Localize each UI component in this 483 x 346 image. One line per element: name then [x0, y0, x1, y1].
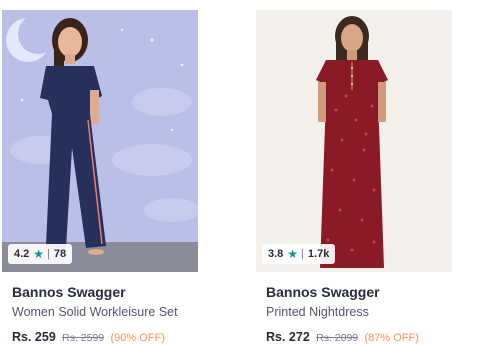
product-brand[interactable]: Bannos Swagger	[12, 284, 198, 301]
discount-percent: (90% OFF)	[110, 332, 165, 344]
rating-value: 4.2	[14, 248, 30, 260]
product-photo-printed-nightdress	[256, 10, 452, 272]
rating-value: 3.8	[268, 248, 284, 260]
rating-count: 78	[53, 248, 67, 260]
star-icon: ★	[287, 247, 299, 261]
rating-count: 1.7k	[307, 248, 330, 260]
product-photo-workleisure-set	[2, 10, 198, 272]
product-card[interactable]: 3.8 ★ | 1.7k Bannos Swagger Printed Nigh…	[256, 10, 452, 346]
product-name[interactable]: Women Solid Workleisure Set	[12, 305, 198, 320]
discount-percent: (87% OFF)	[364, 332, 419, 344]
rating-badge: 4.2 ★ | 78	[8, 244, 73, 264]
rating-separator: |	[301, 248, 304, 260]
product-image[interactable]: 4.2 ★ | 78	[2, 10, 198, 272]
original-price: Rs. 2599	[62, 332, 105, 344]
product-image[interactable]: 3.8 ★ | 1.7k	[256, 10, 452, 272]
rating-separator: |	[47, 248, 50, 260]
rating-badge: 3.8 ★ | 1.7k	[262, 244, 336, 264]
star-icon: ★	[33, 247, 45, 261]
product-card[interactable]: 4.2 ★ | 78 Bannos Swagger Women Solid Wo…	[2, 10, 198, 346]
selling-price: Rs. 259	[12, 330, 56, 344]
original-price: Rs. 2099	[316, 332, 359, 344]
product-name[interactable]: Printed Nightdress	[266, 305, 452, 320]
selling-price: Rs. 272	[266, 330, 310, 344]
product-brand[interactable]: Bannos Swagger	[266, 284, 452, 301]
